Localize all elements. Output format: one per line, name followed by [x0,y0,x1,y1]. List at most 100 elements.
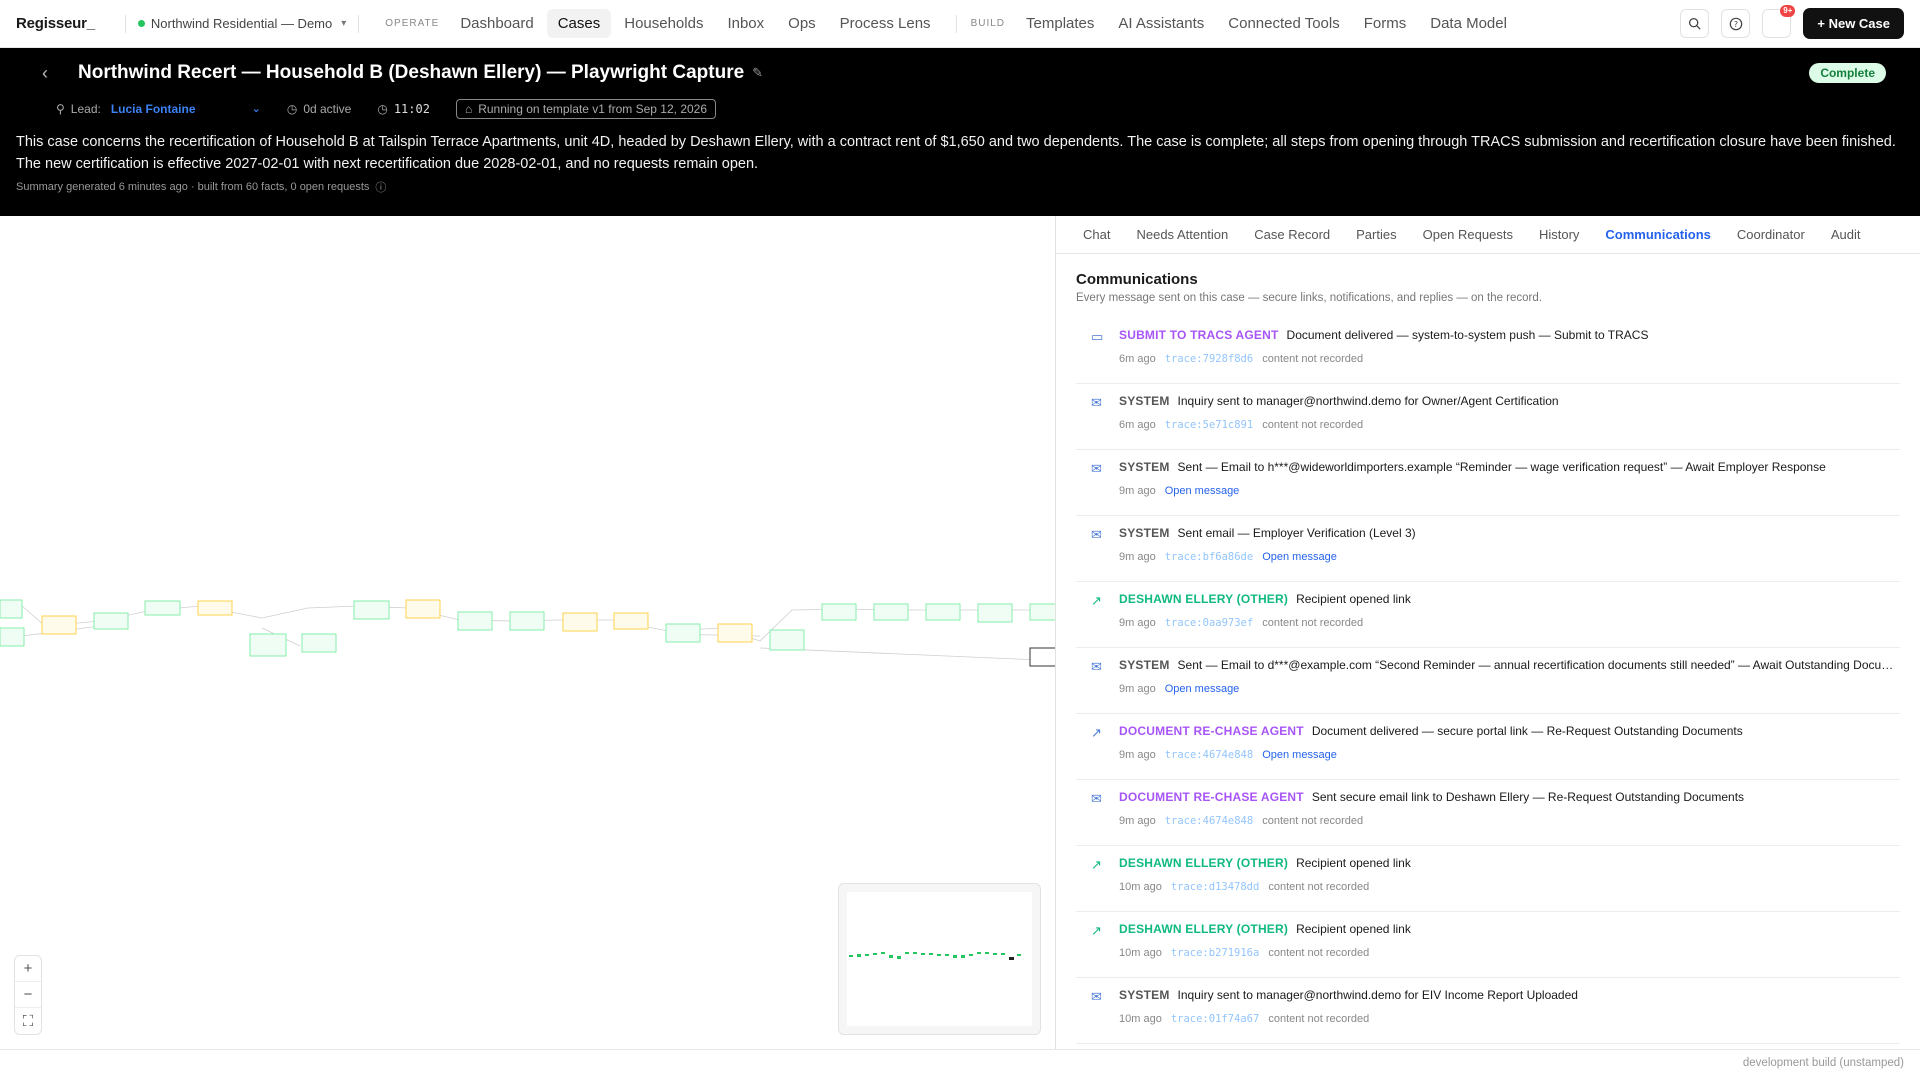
svg-text:?: ? [1734,20,1738,29]
content-note: content not recorded [1268,947,1370,959]
tab-chat[interactable]: Chat [1070,216,1123,254]
list-item[interactable]: ↗ DESHAWN ELLERY (OTHER) Recipient opened … [1076,912,1900,978]
content-note: content not recorded [1262,815,1364,827]
trace-link[interactable]: trace:d13478dd [1171,881,1260,893]
edit-pencil-icon[interactable]: ✎ [752,65,763,81]
back-arrow-icon[interactable]: ‹ [30,63,60,84]
tab-case-record[interactable]: Case Record [1241,216,1343,254]
message-text: Document delivered — secure portal link … [1311,724,1743,738]
nav-section-operate: OPERATE [385,18,440,29]
external-link-icon: ↗ [1091,725,1102,740]
timestamp: 9m ago [1119,485,1156,497]
timestamp: 6m ago [1119,353,1156,365]
message-text: Document delivered — system-to-system pu… [1286,328,1649,342]
panel-tabs: Chat Needs Attention Case Record Parties… [1056,216,1920,254]
trace-link[interactable]: trace:7928f8d6 [1165,353,1254,365]
mail-icon: ✉ [1091,527,1102,542]
template-badge[interactable]: ⌂ Running on template v1 from Sep 12, 20… [455,99,717,119]
list-item[interactable]: ✉ DOCUMENT RE-CHASE AGENT Sent secure emai… [1076,780,1900,846]
trace-link[interactable]: trace:4674e848 [1165,815,1254,827]
trace-link[interactable]: trace:4674e848 [1165,749,1254,761]
open-message-link[interactable]: Open message [1262,551,1337,563]
status-badge: Complete [1809,63,1886,83]
trace-link[interactable]: trace:0aa973ef [1165,617,1254,629]
timestamp: 9m ago [1119,749,1156,761]
open-message-link[interactable]: Open message [1262,749,1337,761]
nav-section-build: BUILD [970,18,1006,29]
nav-data-model[interactable]: Data Model [1419,9,1518,38]
mail-icon: ✉ [1091,659,1102,674]
notifications-button[interactable]: 9+ [1762,5,1796,38]
list-item[interactable]: ↗ DESHAWN ELLERY (OTHER) Recipient opened … [1076,582,1900,648]
list-item[interactable]: ✉ SYSTEM Sent — Email to d***@example.com … [1076,648,1900,714]
tab-needs-attention[interactable]: Needs Attention [1123,216,1241,254]
nav-templates[interactable]: Templates [1015,9,1105,38]
message-text: Inquiry sent to manager@northwind.demo f… [1177,988,1578,1002]
timestamp: 10m ago [1119,947,1162,959]
list-item[interactable]: ✉ SYSTEM Sent email — Employer Verificatio… [1076,516,1900,582]
content-note: content not recorded [1262,419,1364,431]
trace-link[interactable]: trace:bf6a86de [1165,551,1254,563]
nav-cases[interactable]: Cases [546,9,612,38]
trace-link[interactable]: trace:01f74a67 [1171,1013,1260,1025]
lead-select[interactable]: Lucia Fontaine ⌄ [111,102,261,116]
minimap[interactable] [838,883,1041,1035]
tab-open-requests[interactable]: Open Requests [1410,216,1526,254]
timer-value: 11:02 [393,102,430,116]
brand-logo[interactable]: Regisseur_ [16,15,95,32]
template-label: Running on template v1 from Sep 12, 2026 [478,102,708,116]
active-duration: 0d active [303,102,352,116]
nav-process-lens[interactable]: Process Lens [829,9,942,38]
search-button[interactable] [1680,9,1710,38]
nav-forms[interactable]: Forms [1353,9,1418,38]
divider [358,14,360,33]
divider [955,14,957,33]
nav-connected-tools[interactable]: Connected Tools [1217,9,1350,38]
open-message-link[interactable]: Open message [1165,485,1240,497]
trace-link[interactable]: trace:5e71c891 [1165,419,1254,431]
workspace-switcher[interactable]: Northwind Residential — Demo ▾ [137,16,346,31]
nav-inbox[interactable]: Inbox [716,9,775,38]
section-subtitle: Every message sent on this case — secure… [1076,292,1542,304]
divider [124,14,126,33]
case-header: ‹ Northwind Recert — Household B (Deshaw… [0,48,1920,216]
message-text: Sent secure email link to Deshawn Ellery… [1311,790,1745,804]
tab-communications[interactable]: Communications [1592,216,1723,254]
nav-ops[interactable]: Ops [777,9,827,38]
tab-history[interactable]: History [1526,216,1592,254]
zoom-in-icon[interactable]: + [15,956,41,982]
fit-view-icon[interactable]: ⛶ [15,1008,41,1034]
message-text: Sent email — Employer Verification (Leve… [1177,526,1416,540]
list-item[interactable]: ↗ DOCUMENT RE-CHASE AGENT Document deliver… [1076,714,1900,780]
list-item[interactable]: ✉ SYSTEM Inquiry sent to manager@northwind… [1076,978,1900,1044]
trace-link[interactable]: trace:b271916a [1171,947,1260,959]
mail-icon: ✉ [1091,791,1102,806]
message-text: Recipient opened link [1296,856,1411,870]
tab-parties[interactable]: Parties [1343,216,1409,254]
nav-households[interactable]: Households [613,9,714,38]
tab-coordinator[interactable]: Coordinator [1724,216,1818,254]
workflow-canvas[interactable]: + − ⛶ [0,216,1056,1049]
list-item[interactable]: ✉ SYSTEM Sent — Email to h***@wideworldimp… [1076,450,1900,516]
info-icon[interactable]: ⓘ [375,179,386,195]
content-note: content not recorded [1268,881,1370,893]
nav-ai-assistants[interactable]: AI Assistants [1107,9,1215,38]
list-item[interactable]: ↗ DESHAWN ELLERY (OTHER) Recipient opened … [1076,846,1900,912]
help-button[interactable]: ? [1721,9,1751,38]
timestamp: 10m ago [1119,881,1162,893]
list-item[interactable]: ▭ SUBMIT TO TRACS AGENT Document delivered… [1076,318,1900,384]
open-message-link[interactable]: Open message [1165,683,1240,695]
right-panel: Chat Needs Attention Case Record Parties… [1056,216,1920,1049]
sender-label: DESHAWN ELLERY (OTHER) [1119,922,1289,936]
nav-dashboard[interactable]: Dashboard [449,9,544,38]
page-title: Northwind Recert — Household B (Deshawn … [78,62,745,83]
list-item[interactable]: ✉ SYSTEM Inquiry sent to manager@northwind… [1076,384,1900,450]
sender-label: SYSTEM [1119,988,1170,1002]
tab-audit[interactable]: Audit [1818,216,1874,254]
external-link-icon: ↗ [1091,593,1102,608]
sender-label: SYSTEM [1119,460,1170,474]
zoom-out-icon[interactable]: − [15,982,41,1008]
new-case-button[interactable]: + New Case [1803,8,1904,39]
message-text: Recipient opened link [1296,922,1411,936]
clock-icon: ◷ [286,102,298,116]
